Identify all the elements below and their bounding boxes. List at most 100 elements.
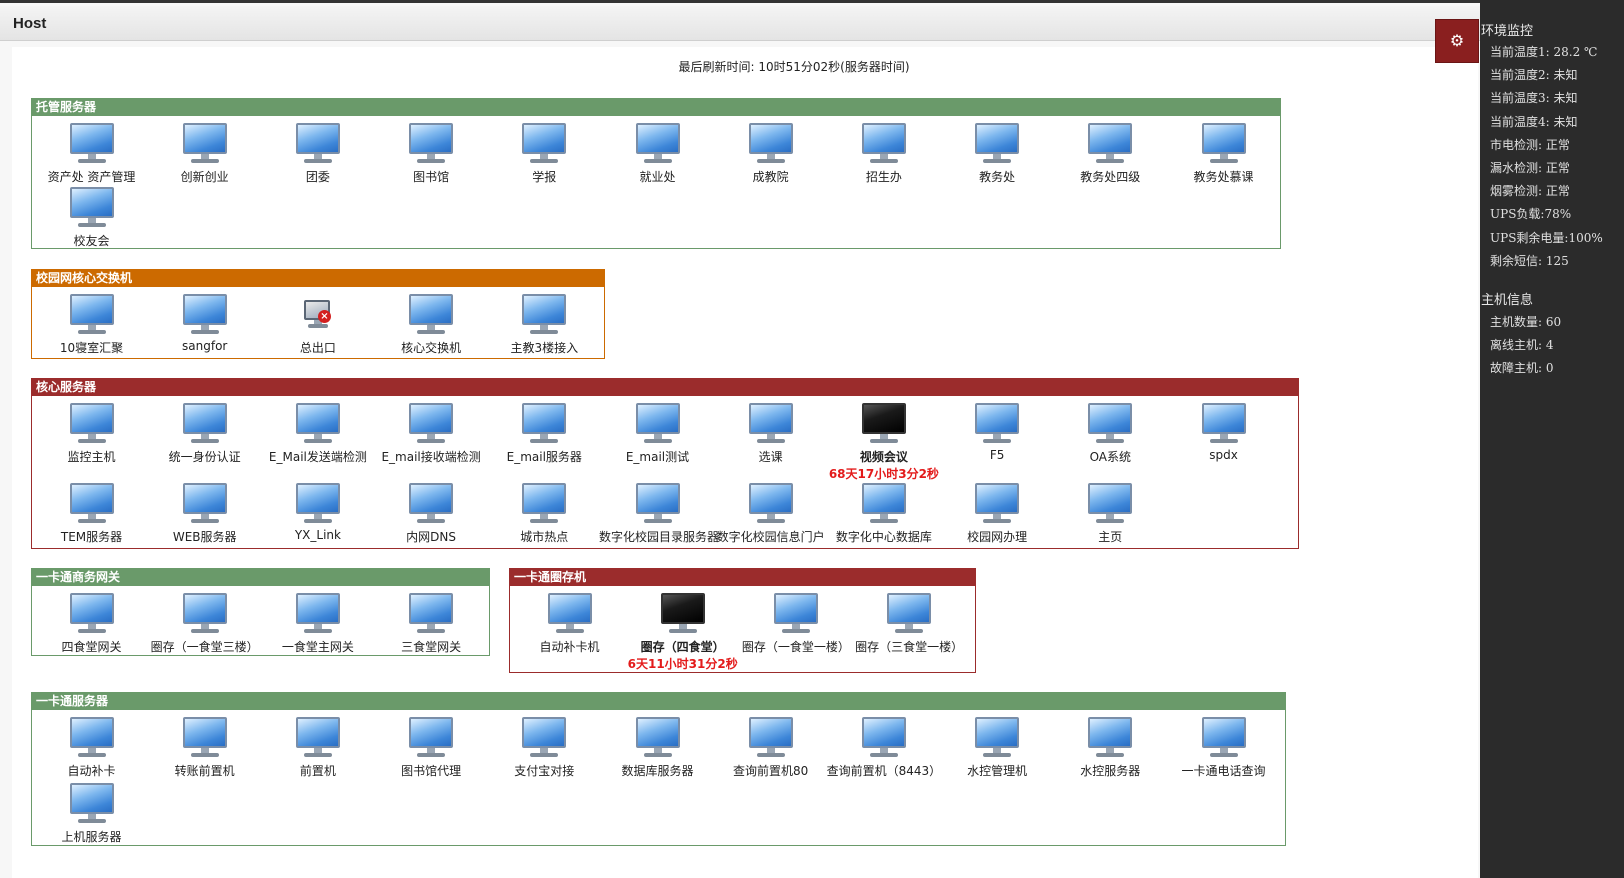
host-item[interactable]: × 总出口 — [259, 294, 376, 356]
host-item[interactable]: 一食堂主网关 — [259, 593, 376, 655]
monitor-icon — [634, 403, 682, 445]
host-item[interactable]: 查询前置机（8443） — [825, 717, 942, 779]
host-item[interactable]: spdx — [1165, 403, 1282, 462]
host-label: 核心交换机 — [401, 341, 462, 355]
monitor-icon — [1086, 717, 1134, 759]
env-monitor-row: 当前温度1: 28.2 ℃ — [1490, 45, 1598, 59]
host-label: 主页 — [1098, 530, 1123, 544]
host-item[interactable]: 数字化中心数据库 — [825, 483, 942, 545]
host-item[interactable]: 圈存（四食堂） 6天11小时31分2秒 — [624, 593, 741, 672]
monitor-icon — [407, 294, 455, 336]
monitor-icon — [1200, 717, 1248, 759]
host-item[interactable]: sangfor — [146, 294, 263, 353]
host-label: TEM服务器 — [60, 530, 123, 544]
env-monitor-row: UPS负载:78% — [1490, 207, 1572, 222]
host-item[interactable]: 图书馆代理 — [373, 717, 490, 779]
host-item[interactable]: 监控主机 — [33, 403, 150, 465]
host-item[interactable]: 自动补卡机 — [511, 593, 628, 655]
monitor-icon — [181, 123, 229, 165]
host-item[interactable]: 转账前置机 — [146, 717, 263, 779]
host-label: 视频会议 — [859, 450, 908, 464]
host-label: 查询前置机80 — [733, 764, 809, 778]
host-item[interactable]: E_mail测试 — [599, 403, 716, 465]
host-label: 教务处四级 — [1080, 170, 1141, 184]
host-item[interactable]: 数字化校园信息门户 — [712, 483, 829, 545]
host-label: 水控管理机 — [967, 764, 1028, 778]
env-monitor-row: 当前温度4: 未知 — [1490, 114, 1578, 129]
host-item[interactable]: 内网DNS — [373, 483, 490, 545]
host-downtime: 68天17小时3分2秒 — [828, 467, 939, 481]
host-item[interactable]: 一卡通电话查询 — [1165, 717, 1282, 779]
host-item[interactable]: 主页 — [1052, 483, 1169, 545]
monitor-icon — [68, 187, 116, 229]
host-item[interactable]: 圈存（一食堂三楼） — [146, 593, 263, 655]
host-label: 图书馆 — [413, 170, 450, 184]
host-item[interactable]: 成教院 — [712, 123, 829, 185]
host-item[interactable]: 查询前置机80 — [712, 717, 829, 779]
host-item[interactable]: 核心交换机 — [373, 294, 490, 356]
host-item[interactable]: 前置机 — [259, 717, 376, 779]
host-item[interactable]: 学报 — [486, 123, 603, 185]
host-item[interactable]: 数据库服务器 — [599, 717, 716, 779]
host-item[interactable]: F5 — [939, 403, 1056, 462]
host-item[interactable]: 校园网办理 — [939, 483, 1056, 545]
host-item[interactable]: 城市热点 — [486, 483, 603, 545]
monitor-icon — [407, 403, 455, 445]
host-item[interactable]: 主教3楼接入 — [486, 294, 603, 356]
host-item[interactable]: 四食堂网关 — [33, 593, 150, 655]
monitor-icon — [973, 123, 1021, 165]
host-label: E_mail服务器 — [506, 450, 582, 464]
host-item[interactable]: YX_Link — [259, 483, 376, 542]
host-item[interactable]: E_Mail发送端检测 — [259, 403, 376, 465]
host-item[interactable]: 资产处 资产管理 — [33, 123, 150, 185]
host-label: 10寝室汇聚 — [59, 341, 124, 355]
host-item[interactable]: 团委 — [259, 123, 376, 185]
host-item[interactable]: 教务处慕课 — [1165, 123, 1282, 185]
host-item[interactable]: 视频会议 68天17小时3分2秒 — [825, 403, 942, 482]
host-item[interactable]: TEM服务器 — [33, 483, 150, 545]
host-label: 自动补卡 — [67, 764, 116, 778]
host-item[interactable]: 教务处 — [939, 123, 1056, 185]
host-group: 托管服务器 资产处 资产管理 创新创业 团委 图书馆 学报 就业处 成教院 招生办 教务处 教务处四… — [31, 98, 1281, 249]
host-item[interactable]: 创新创业 — [146, 123, 263, 185]
host-error-icon: × — [294, 294, 342, 336]
host-label: 一食堂主网关 — [281, 640, 354, 654]
host-label: F5 — [989, 448, 1005, 462]
host-item[interactable]: 自动补卡 — [33, 717, 150, 779]
host-label: 主教3楼接入 — [510, 341, 579, 355]
host-label: 就业处 — [639, 170, 676, 184]
host-item[interactable]: E_mail服务器 — [486, 403, 603, 465]
monitor-icon — [294, 403, 342, 445]
monitor-icon — [181, 294, 229, 336]
host-item[interactable]: E_mail接收端检测 — [373, 403, 490, 465]
host-item[interactable]: 图书馆 — [373, 123, 490, 185]
host-label: 数字化校园目录服务器 — [599, 530, 720, 544]
host-item[interactable]: 统一身份认证 — [146, 403, 263, 465]
host-label: WEB服务器 — [172, 530, 237, 544]
host-item[interactable]: OA系统 — [1052, 403, 1169, 465]
host-item[interactable]: 数字化校园目录服务器 — [599, 483, 720, 545]
host-item[interactable]: 三食堂网关 — [373, 593, 490, 655]
host-item[interactable]: 招生办 — [825, 123, 942, 185]
host-item[interactable]: 选课 — [712, 403, 829, 465]
host-item[interactable]: 水控服务器 — [1052, 717, 1169, 779]
host-item[interactable]: WEB服务器 — [146, 483, 263, 545]
host-item[interactable]: 圈存（一食堂一楼） — [737, 593, 854, 655]
host-item[interactable]: 支付宝对接 — [486, 717, 603, 779]
host-label: 成教院 — [752, 170, 789, 184]
host-item[interactable]: 10寝室汇聚 — [33, 294, 150, 356]
host-item[interactable]: 水控管理机 — [939, 717, 1056, 779]
settings-button[interactable]: ⚙ — [1435, 19, 1479, 63]
app-root: Host 最后刷新时间: 10时51分02秒(服务器时间) 托管服务器 资产处 资… — [0, 0, 1624, 878]
host-item[interactable]: 圈存（三食堂一楼） — [851, 593, 968, 655]
host-item[interactable]: 校友会 — [33, 187, 150, 249]
monitor-icon — [520, 483, 568, 525]
monitor-icon — [181, 403, 229, 445]
env-monitor-row: 漏水检测: 正常 — [1490, 161, 1570, 175]
gears-icon: ⚙ — [1449, 31, 1465, 50]
monitor-icon — [747, 717, 795, 759]
host-item[interactable]: 上机服务器 — [33, 783, 150, 845]
host-label: 数字化中心数据库 — [835, 530, 932, 544]
host-item[interactable]: 教务处四级 — [1052, 123, 1169, 185]
host-item[interactable]: 就业处 — [599, 123, 716, 185]
